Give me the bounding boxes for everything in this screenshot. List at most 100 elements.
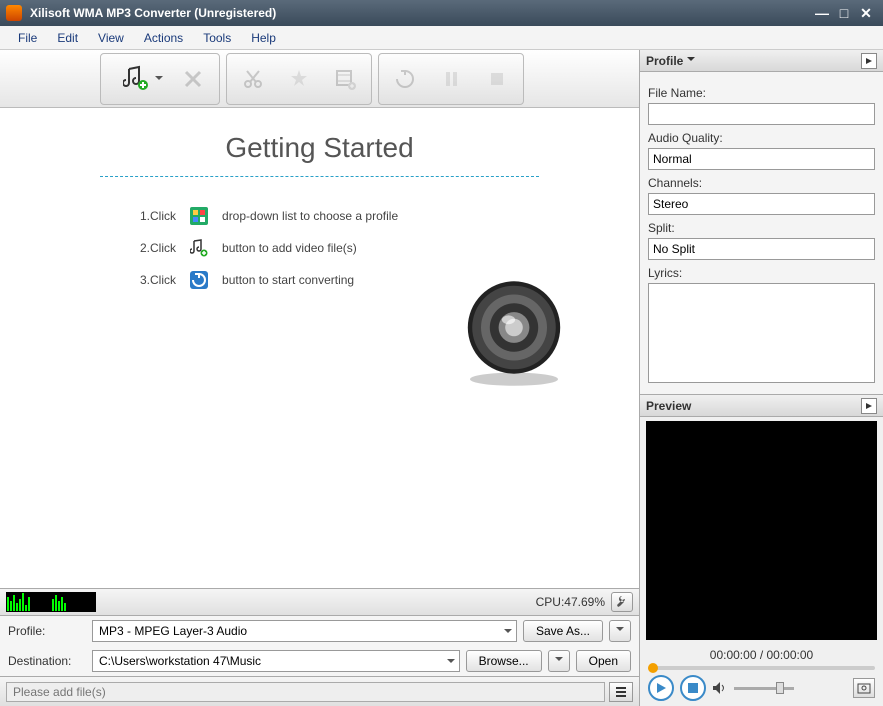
browse-button[interactable]: Browse... xyxy=(466,650,542,672)
wrench-icon xyxy=(615,595,629,609)
step-num: 1.Click xyxy=(140,209,176,223)
split-label: Split: xyxy=(648,221,875,235)
seek-thumb[interactable] xyxy=(648,663,658,673)
cpu-graph xyxy=(6,592,96,612)
preview-header-label: Preview xyxy=(646,399,691,413)
toolbar xyxy=(0,50,639,108)
refresh-icon xyxy=(393,67,417,91)
profile-header-label: Profile xyxy=(646,54,683,68)
getting-started-title: Getting Started xyxy=(0,132,639,164)
speaker-graphic-icon xyxy=(459,278,569,388)
destination-combo[interactable]: C:\Users\workstation 47\Music xyxy=(92,650,460,672)
step-num: 2.Click xyxy=(140,241,176,255)
stop-button xyxy=(475,58,519,100)
profile-row: Profile: MP3 - MPEG Layer-3 Audio Save A… xyxy=(0,616,639,646)
step-2: 2.Click button to add video file(s) xyxy=(140,239,639,257)
profile-list-icon xyxy=(190,207,208,225)
convert-button xyxy=(383,58,427,100)
stop-icon xyxy=(688,683,698,693)
list-icon xyxy=(614,685,628,699)
minimize-button[interactable]: — xyxy=(811,4,833,22)
audio-quality-label: Audio Quality: xyxy=(648,131,875,145)
star-icon xyxy=(287,67,311,91)
settings-button[interactable] xyxy=(611,592,633,612)
filename-label: File Name: xyxy=(648,86,875,100)
split-select[interactable]: No Split xyxy=(648,238,875,260)
play-button[interactable] xyxy=(648,675,674,701)
maximize-button[interactable]: □ xyxy=(833,4,855,22)
bottom-bar xyxy=(0,676,639,706)
video-preview xyxy=(646,421,877,640)
step-num: 3.Click xyxy=(140,273,176,287)
snapshot-icon xyxy=(857,682,871,694)
volume-icon xyxy=(712,681,728,695)
cut-button xyxy=(231,58,275,100)
window-title: Xilisoft WMA MP3 Converter (Unregistered… xyxy=(30,6,811,20)
destination-row: Destination: C:\Users\workstation 47\Mus… xyxy=(0,646,639,676)
main-area: Getting Started 1.Click drop-down list t… xyxy=(0,108,639,588)
profile-section-header: Profile xyxy=(640,50,883,72)
menu-view[interactable]: View xyxy=(88,28,134,48)
cpu-label: CPU:47.69% xyxy=(536,595,605,609)
channels-label: Channels: xyxy=(648,176,875,190)
status-bar: CPU:47.69% xyxy=(0,588,639,616)
preview-stop-button[interactable] xyxy=(680,675,706,701)
music-plus-icon xyxy=(123,65,151,93)
seek-slider-row xyxy=(640,666,883,670)
snapshot-button[interactable] xyxy=(853,678,875,698)
list-view-button[interactable] xyxy=(609,682,633,702)
volume-slider[interactable] xyxy=(734,687,794,690)
seek-slider[interactable] xyxy=(648,666,875,670)
convert-icon xyxy=(190,271,208,289)
browse-dropdown[interactable] xyxy=(548,650,570,672)
menubar: File Edit View Actions Tools Help xyxy=(0,26,883,50)
steps-list: 1.Click drop-down list to choose a profi… xyxy=(140,207,639,289)
preview-expand-button[interactable] xyxy=(861,398,877,414)
left-panel: Getting Started 1.Click drop-down list t… xyxy=(0,50,640,706)
step-text: button to start converting xyxy=(222,273,354,287)
destination-label: Destination: xyxy=(8,654,86,668)
preview-area: 00:00:00 / 00:00:00 xyxy=(640,417,883,706)
close-button[interactable]: ✕ xyxy=(855,4,877,22)
menu-file[interactable]: File xyxy=(8,28,47,48)
menu-tools[interactable]: Tools xyxy=(193,28,241,48)
divider xyxy=(100,176,539,177)
titlebar: Xilisoft WMA MP3 Converter (Unregistered… xyxy=(0,0,883,26)
profile-label: Profile: xyxy=(8,624,86,638)
step-text: button to add video file(s) xyxy=(222,241,357,255)
destination-value: C:\Users\workstation 47\Music xyxy=(99,654,261,668)
play-icon xyxy=(655,682,667,694)
stop-icon xyxy=(485,67,509,91)
step-1: 1.Click drop-down list to choose a profi… xyxy=(140,207,639,225)
channels-select[interactable]: Stereo xyxy=(648,193,875,215)
app-logo-icon xyxy=(6,5,22,21)
triangle-right-icon xyxy=(865,402,873,410)
save-as-button[interactable]: Save As... xyxy=(523,620,603,642)
menu-edit[interactable]: Edit xyxy=(47,28,88,48)
triangle-right-icon xyxy=(865,57,873,65)
step-text: drop-down list to choose a profile xyxy=(222,209,398,223)
time-display: 00:00:00 / 00:00:00 xyxy=(640,644,883,666)
delete-x-icon xyxy=(181,67,205,91)
menu-help[interactable]: Help xyxy=(241,28,286,48)
open-button[interactable]: Open xyxy=(576,650,631,672)
profile-combo[interactable]: MP3 - MPEG Layer-3 Audio xyxy=(92,620,517,642)
profile-expand-button[interactable] xyxy=(861,53,877,69)
pause-icon xyxy=(439,67,463,91)
scissors-icon xyxy=(241,67,265,91)
save-as-dropdown[interactable] xyxy=(609,620,631,642)
pause-button xyxy=(429,58,473,100)
music-add-icon xyxy=(190,239,208,257)
filename-input[interactable] xyxy=(648,103,875,125)
menu-actions[interactable]: Actions xyxy=(134,28,193,48)
add-files-button[interactable] xyxy=(105,58,169,100)
file-list-input[interactable] xyxy=(6,682,605,702)
right-panel: Profile File Name: Audio Quality: Normal… xyxy=(640,50,883,706)
preview-section-header: Preview xyxy=(640,395,883,417)
preview-controls xyxy=(640,670,883,706)
lyrics-textarea[interactable] xyxy=(648,283,875,383)
volume-thumb[interactable] xyxy=(776,682,784,694)
film-plus-icon xyxy=(333,67,357,91)
lyrics-label: Lyrics: xyxy=(648,266,875,280)
audio-quality-select[interactable]: Normal xyxy=(648,148,875,170)
